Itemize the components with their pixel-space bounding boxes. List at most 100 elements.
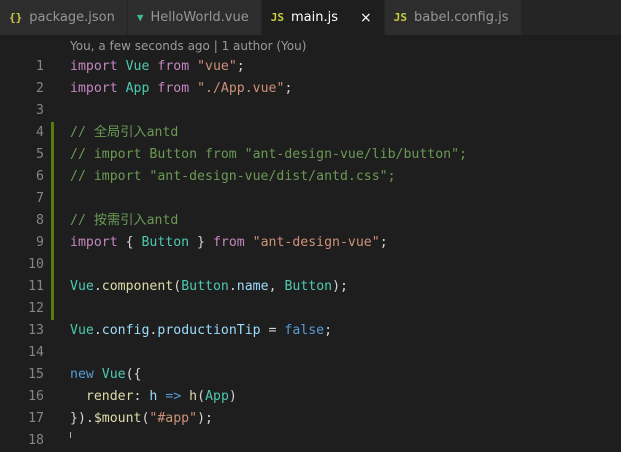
line-number: 8 xyxy=(36,213,44,228)
code-token: . xyxy=(228,279,237,294)
line-number: 13 xyxy=(28,323,44,338)
code-token: ({ xyxy=(125,367,142,382)
tab-label: main.js xyxy=(291,10,338,25)
code-text: Vue.config.productionTip = false; xyxy=(70,320,332,342)
code-line[interactable]: 6 // import "ant-design-vue/dist/antd.css… xyxy=(0,166,621,188)
code-token: // 按需引入antd xyxy=(70,213,179,228)
code-line[interactable]: 10 xyxy=(0,254,621,276)
code-line[interactable]: 9 import { Button } from "ant-design-vue"… xyxy=(0,232,621,254)
line-number: 5 xyxy=(36,147,44,162)
code-token: ; xyxy=(236,59,245,74)
code-editor[interactable]: 1 import Vue from "vue"; 2 import App from … xyxy=(0,56,621,452)
code-token: productionTip xyxy=(157,323,261,338)
code-token: . xyxy=(93,323,102,338)
git-modified-indicator[interactable] xyxy=(51,232,54,254)
git-modified-indicator[interactable] xyxy=(51,166,54,188)
codelens-blame-annotation[interactable]: You, a few seconds ago | 1 author (You) xyxy=(70,35,306,57)
tab-babel-config-js[interactable]: JS babel.config.js xyxy=(384,0,522,35)
code-token: import xyxy=(70,81,118,96)
git-modified-indicator[interactable] xyxy=(51,188,54,210)
code-line[interactable]: 7 xyxy=(0,188,621,210)
code-line[interactable]: 15 new Vue({ xyxy=(0,364,621,386)
tab-label: HelloWorld.vue xyxy=(150,10,249,25)
line-number: 3 xyxy=(36,103,44,118)
code-token: Vue xyxy=(101,367,126,382)
code-line[interactable]: 3 xyxy=(0,100,621,122)
tab-helloworld-vue[interactable]: ▼ HelloWorld.vue xyxy=(127,0,262,35)
line-number: 6 xyxy=(36,169,44,184)
code-text: import Vue from "vue"; xyxy=(70,56,245,78)
close-tab-icon[interactable]: × xyxy=(360,10,372,26)
code-token: Button xyxy=(141,235,190,250)
js-icon: JS xyxy=(270,11,284,24)
code-token: App xyxy=(125,81,150,96)
editor-tab-bar: {} package.json ▼ HelloWorld.vue JS main.js × J… xyxy=(0,0,621,35)
code-line[interactable]: 16 render: h => h(App) xyxy=(0,386,621,408)
line-number: 9 xyxy=(36,235,44,250)
code-line[interactable]: 13 Vue.config.productionTip = false; xyxy=(0,320,621,342)
line-number: 11 xyxy=(28,279,44,294)
code-line[interactable]: 5 // import Button from "ant-design-vue/l… xyxy=(0,144,621,166)
git-modified-indicator[interactable] xyxy=(51,254,54,276)
code-token: Vue xyxy=(70,323,94,338)
code-token: new xyxy=(70,367,94,382)
line-number: 15 xyxy=(28,367,44,382)
code-token: "./App.vue" xyxy=(197,81,285,96)
line-number: 7 xyxy=(36,191,44,206)
code-token: import xyxy=(70,235,118,250)
code-token: => xyxy=(165,389,182,404)
code-text: import App from "./App.vue"; xyxy=(70,78,292,100)
code-token: : xyxy=(133,389,150,404)
line-number: 16 xyxy=(28,389,44,404)
code-line[interactable]: 8 // 按需引入antd xyxy=(0,210,621,232)
code-line[interactable]: 1 import Vue from "vue"; xyxy=(0,56,621,78)
line-number: 2 xyxy=(36,81,44,96)
code-token: "vue" xyxy=(197,59,237,74)
line-number: 4 xyxy=(36,125,44,140)
code-token: App xyxy=(205,389,229,404)
code-token: ) xyxy=(228,389,237,404)
code-token: from xyxy=(212,235,245,250)
code-line[interactable]: 2 import App from "./App.vue"; xyxy=(0,78,621,100)
git-modified-indicator[interactable] xyxy=(51,298,54,320)
code-line[interactable]: 4 // 全局引入antd xyxy=(0,122,621,144)
git-modified-indicator[interactable] xyxy=(51,122,54,144)
code-line[interactable]: 18 xyxy=(0,430,621,452)
code-token: // import "ant-design-vue/dist/antd.css"… xyxy=(70,169,396,184)
code-text: }).$mount("#app"); xyxy=(70,408,213,430)
tab-package-json[interactable]: {} package.json xyxy=(0,0,128,35)
line-number: 14 xyxy=(28,345,44,360)
code-token: from xyxy=(157,59,190,74)
git-modified-indicator[interactable] xyxy=(51,144,54,166)
code-line[interactable]: 17}).$mount("#app"); xyxy=(0,408,621,430)
json-braces-icon: {} xyxy=(9,11,23,24)
code-token: // 全局引入antd xyxy=(70,125,179,140)
code-token: ; xyxy=(379,235,388,250)
code-text: import { Button } from "ant-design-vue"; xyxy=(70,232,388,254)
code-token: $mount xyxy=(93,411,142,426)
code-token: ); xyxy=(197,411,213,426)
git-modified-indicator[interactable] xyxy=(51,210,54,232)
code-line[interactable]: 12 xyxy=(0,298,621,320)
code-token: } xyxy=(189,235,213,250)
tab-main-js[interactable]: JS main.js × xyxy=(261,0,385,35)
code-token: = xyxy=(260,323,285,338)
code-token: render xyxy=(85,389,134,404)
code-line[interactable]: 11 Vue.component(Button.name, Button); xyxy=(0,276,621,298)
code-token: from xyxy=(157,81,190,96)
git-modified-indicator[interactable] xyxy=(51,276,54,298)
code-token: ( xyxy=(173,279,182,294)
code-line[interactable]: 14 xyxy=(0,342,621,364)
code-token: Vue xyxy=(70,279,94,294)
tab-label: package.json xyxy=(29,10,115,25)
line-number: 18 xyxy=(28,433,44,448)
code-token: }). xyxy=(70,411,94,426)
code-token: "#app" xyxy=(149,411,198,426)
code-token: false xyxy=(284,323,325,338)
code-token: name xyxy=(236,279,269,294)
